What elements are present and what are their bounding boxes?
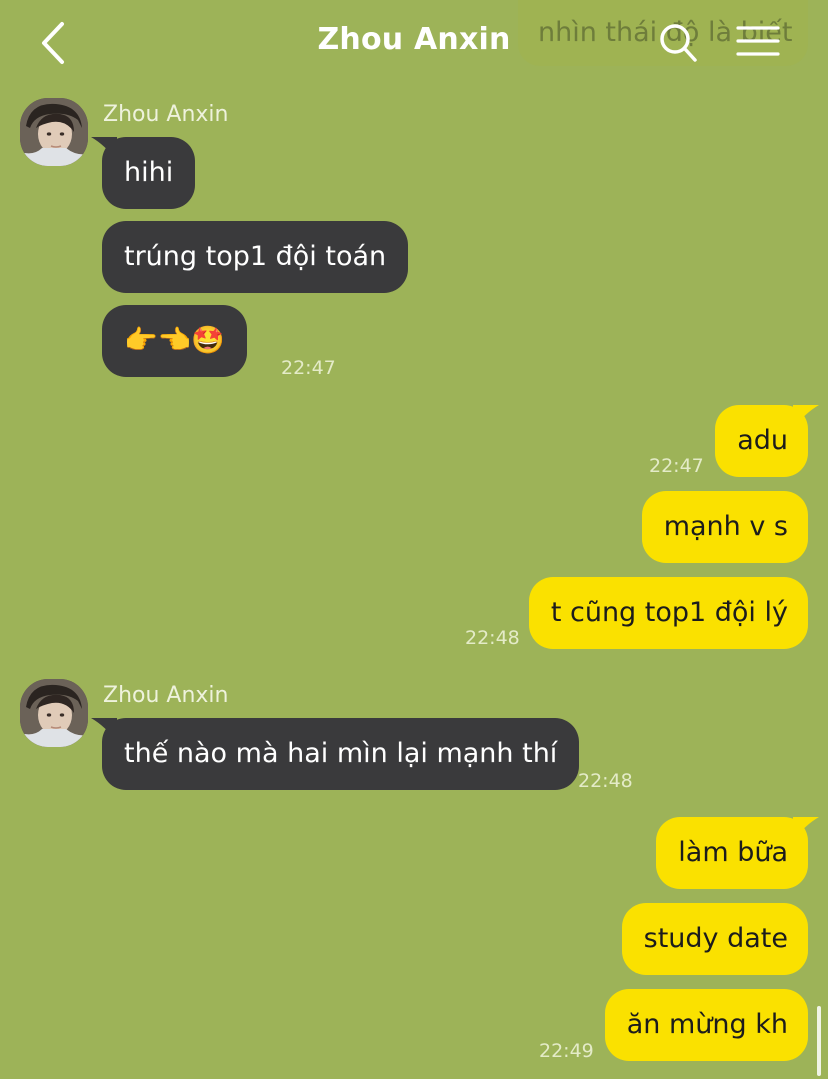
avatar[interactable] [20, 679, 88, 747]
message-bubble-outgoing[interactable]: study date [621, 903, 808, 975]
message-bubble-outgoing[interactable]: mạnh v s [641, 491, 808, 563]
message-timestamp: 22:47 [281, 357, 336, 379]
message-bubble-incoming[interactable]: hihi [91, 137, 196, 209]
message-text: trúng top1 đội toán [124, 241, 387, 272]
message-text: adu [737, 425, 788, 456]
bubble-tail [91, 137, 117, 161]
avatar-photo [20, 679, 88, 747]
sender-name: Zhou Anxin [103, 102, 229, 127]
message-bubble-incoming[interactable]: 👉👈🤩 [102, 305, 247, 377]
message-text: làm bữa [678, 837, 788, 868]
message-timestamp: 22:47 [649, 455, 704, 477]
message-bubble-outgoing[interactable]: ăn mừng kh [604, 989, 808, 1061]
avatar-photo [20, 98, 88, 166]
message-bubble-outgoing[interactable]: adu [715, 405, 819, 477]
search-icon [660, 24, 697, 62]
chat-header: nhìn thái độ là biết Zhou Anxin [0, 0, 828, 88]
message-text: t cũng top1 đội lý [550, 597, 788, 628]
message-bubble-incoming[interactable]: trúng top1 đội toán [102, 221, 409, 293]
message-timestamp: 22:48 [465, 627, 520, 649]
message-bubble-outgoing[interactable]: t cũng top1 đội lý [528, 577, 808, 649]
message-text: mạnh v s [663, 511, 788, 542]
message-text: study date [643, 923, 788, 954]
message-text: thế nào mà hai mìn lại mạnh thí [124, 738, 558, 769]
sender-name: Zhou Anxin [103, 683, 229, 708]
message-text: hihi [124, 157, 174, 188]
menu-button[interactable] [734, 22, 782, 62]
message-timestamp: 22:48 [578, 770, 633, 792]
message-timestamp: 22:49 [539, 1040, 594, 1062]
search-button[interactable] [656, 20, 700, 66]
message-bubble-incoming[interactable]: thế nào mà hai mìn lại mạnh thí [91, 718, 580, 790]
hamburger-menu-icon [736, 26, 780, 56]
avatar[interactable] [20, 98, 88, 166]
chat-title: Zhou Anxin [317, 22, 511, 57]
message-text: ăn mừng kh [626, 1009, 788, 1040]
message-text: 👉👈🤩 [124, 325, 225, 356]
message-bubble-outgoing[interactable]: làm bữa [656, 817, 819, 889]
bubble-tail [91, 718, 117, 742]
bubble-tail [793, 817, 819, 841]
bubble-tail [793, 405, 819, 429]
scrollbar[interactable] [817, 1006, 821, 1076]
